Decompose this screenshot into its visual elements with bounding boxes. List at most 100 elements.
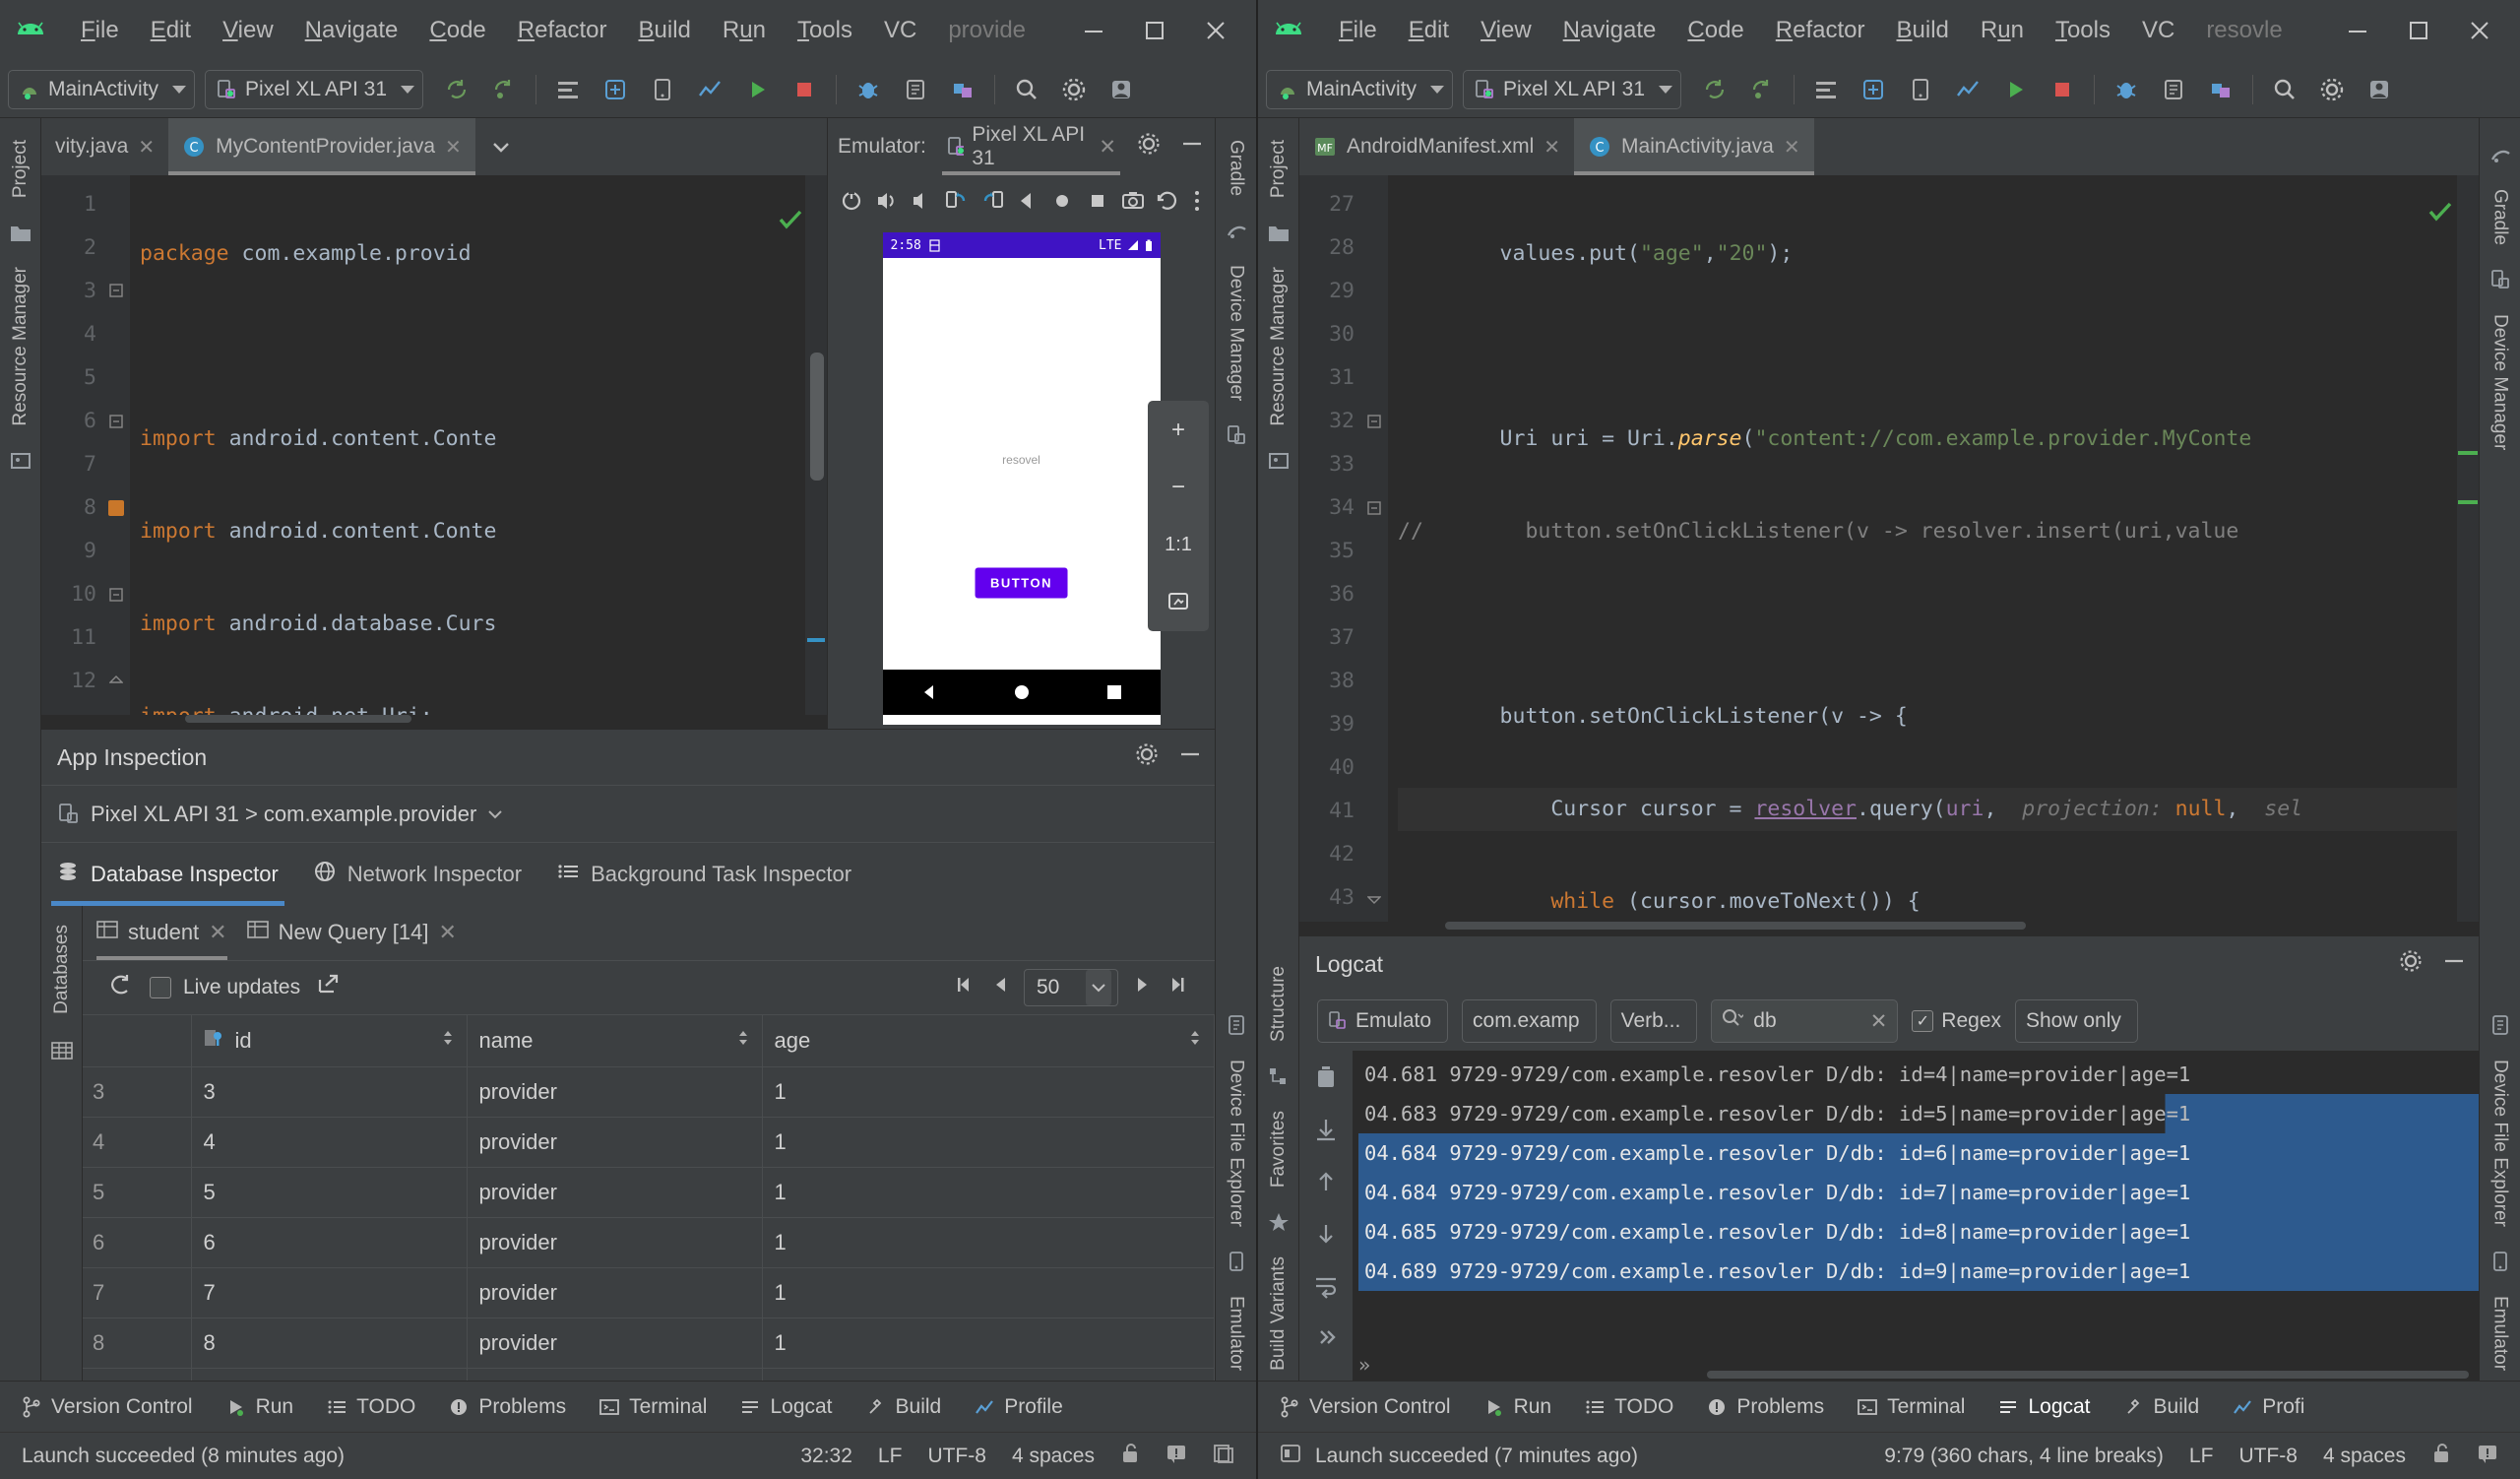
zoom-out-button[interactable]: − [1156,468,1201,507]
settings-gear-icon[interactable] [1052,68,1096,111]
volume-up-icon[interactable] [874,187,900,218]
sync-gradle-icon[interactable] [435,68,478,111]
nav-profiler[interactable]: Profile [975,1395,1063,1419]
overview-icon[interactable] [1085,187,1110,218]
nav-terminal[interactable]: Terminal [599,1395,707,1419]
account-icon[interactable] [1100,68,1143,111]
fold-gutter-left[interactable] [102,175,130,715]
search-icon[interactable] [2263,68,2306,111]
project-folder-icon[interactable] [8,220,33,245]
device-file-explorer-icon[interactable] [2152,68,2195,111]
avd-icon[interactable] [1899,68,1942,111]
live-updates-checkbox[interactable]: Live updates [150,976,300,999]
layout-inspector-icon[interactable] [1804,68,1848,111]
menu-edit[interactable]: Edit [1393,13,1465,48]
nav-profiler[interactable]: Profi [2233,1395,2304,1419]
wrap-icon[interactable] [1313,1273,1339,1304]
close-button[interactable] [2449,0,2510,61]
table-row[interactable]: 8 8 provider 1 [83,1318,1215,1369]
history-icon[interactable] [1155,187,1180,218]
cell-name[interactable]: provider [467,1117,763,1168]
nav-todo[interactable]: TODO [327,1395,415,1419]
cell-id[interactable]: 4 [191,1117,468,1168]
debug-icon[interactable] [847,68,890,111]
gradle-icon[interactable] [2488,142,2513,167]
avd-manager-icon[interactable] [1740,68,1784,111]
menu-navigate[interactable]: Navigate [1547,13,1672,48]
menu-file[interactable]: File [1323,13,1393,48]
close-icon[interactable]: ✕ [1870,1009,1888,1034]
emulator-tab-pixel[interactable]: Pixel XL API 31 ✕ [936,118,1126,175]
gutter-run-icon[interactable] [102,486,130,530]
tool-button-device-file-explorer[interactable]: Device File Explorer [2489,1050,2511,1237]
resource-icon[interactable] [8,448,33,474]
logcat-regex-checkbox[interactable]: ✓ Regex [1912,1009,2001,1033]
logcat-line[interactable]: 04.684 9729-9729/com.example.resovler D/… [1358,1173,2479,1212]
volume-down-icon[interactable] [909,187,934,218]
cell-name[interactable]: provider [467,1066,763,1118]
logcat-line[interactable]: 04.683 9729-9729/com.example.resovler D/… [1358,1094,2479,1133]
cell-age[interactable]: 1 [762,1066,1215,1118]
logcat-hscrollbar[interactable] [1707,1371,2469,1379]
menu-file[interactable]: FFileile [65,13,135,48]
table-row[interactable]: 9 9 provider 1 [83,1368,1215,1381]
device-file-explorer-icon[interactable] [1224,1012,1249,1038]
nav-build[interactable]: Build [866,1395,941,1419]
nav-version-control[interactable]: Version Control [22,1395,193,1419]
tool-button-structure[interactable]: Structure [1268,956,1290,1052]
fold-end-while[interactable] [1360,876,1388,920]
fold-gutter-right[interactable] [1360,175,1388,922]
maximize-button[interactable] [2388,0,2449,61]
tool-button-gradle[interactable]: Gradle [1226,130,1247,206]
app-inspection-icon[interactable] [941,68,984,111]
tool-button-build-variants[interactable]: Build Variants [1268,1247,1290,1381]
close-icon[interactable]: ✕ [445,135,462,160]
run-button[interactable] [735,68,779,111]
nav-build[interactable]: Build [2124,1395,2199,1419]
caret-position[interactable]: 9:79 (360 chars, 4 line breaks) [1884,1445,2164,1468]
last-page-button[interactable] [1166,973,1189,1002]
tool-button-emulator[interactable]: Emulator [2489,1286,2511,1381]
tool-button-databases[interactable]: Databases [51,915,73,1024]
logcat-show-only-filter[interactable]: Show only [2015,999,2138,1043]
project-folder-icon[interactable] [1266,220,1292,245]
tool-button-device-manager[interactable]: Device Manager [2489,304,2511,460]
cell-name[interactable]: provider [467,1318,763,1369]
maximize-button[interactable] [1124,0,1185,61]
page-size-selector[interactable]: 50 [1024,969,1118,1006]
menu-view[interactable]: View [207,13,289,48]
debug-icon[interactable] [2105,68,2148,111]
line-separator[interactable]: LF [878,1445,903,1468]
run-configuration-selector[interactable]: MainActivity [1266,69,1454,109]
file-encoding[interactable]: UTF-8 [927,1445,986,1468]
db-tab-student[interactable]: student ✕ [96,905,227,960]
minimize-icon[interactable] [1179,131,1205,162]
search-icon[interactable] [1005,68,1048,111]
editor-hscrollbar-left[interactable] [41,715,827,729]
table-row[interactable]: 3 3 provider 1 [83,1066,1215,1118]
logcat-line[interactable]: 04.689 9729-9729/com.example.resovler D/… [1358,1252,2479,1291]
checkbox-box[interactable] [150,977,171,998]
export-icon[interactable] [316,972,342,1003]
menu-view[interactable]: View [1465,13,1547,48]
menu-refactor[interactable]: Refactor [502,13,623,48]
sort-icon[interactable] [441,1028,455,1054]
checkbox-box[interactable]: ✓ [1912,1010,1934,1032]
logcat-search-input[interactable]: db ✕ [1711,999,1899,1043]
run-configuration-selector[interactable]: MainActivity [8,69,196,109]
more-icon[interactable] [1190,187,1204,218]
emulator-rail-icon[interactable] [1224,1249,1249,1274]
minimize-icon[interactable] [2441,948,2467,980]
logcat-process-filter[interactable]: com.examp [1462,999,1597,1043]
rotate-left-icon[interactable] [944,187,970,218]
prev-page-button[interactable] [990,973,1010,1002]
indent-setting[interactable]: 4 spaces [2323,1445,2406,1468]
cell-name[interactable]: provider [467,1267,763,1318]
fold-marker-ctor-end[interactable] [102,660,130,703]
app-inspection-icon[interactable] [2199,68,2242,111]
logcat-device-filter[interactable]: Emulato [1317,999,1449,1043]
tool-button-favorites[interactable]: Favorites [1268,1101,1290,1197]
device-selector[interactable]: Pixel XL API 31 [1463,69,1682,109]
sort-icon[interactable] [1188,1028,1202,1054]
cell-age[interactable]: 1 [762,1368,1215,1381]
